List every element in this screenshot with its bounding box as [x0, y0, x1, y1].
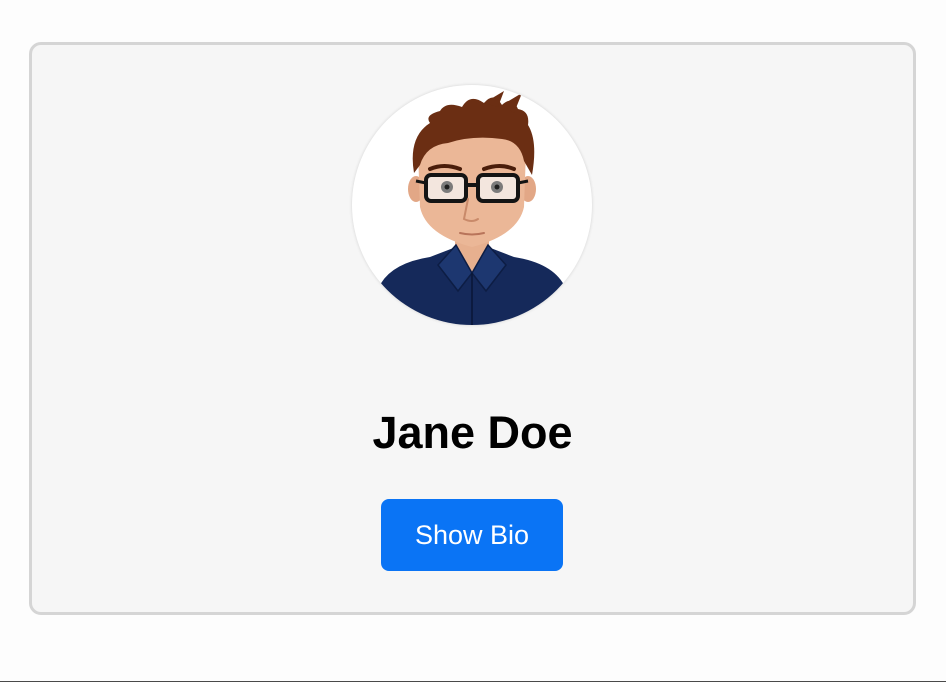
profile-card: Jane Doe Show Bio [29, 42, 916, 615]
avatar [352, 85, 592, 325]
cartoon-avatar-icon [372, 91, 572, 325]
profile-name: Jane Doe [372, 407, 573, 458]
show-bio-button[interactable]: Show Bio [381, 499, 563, 571]
